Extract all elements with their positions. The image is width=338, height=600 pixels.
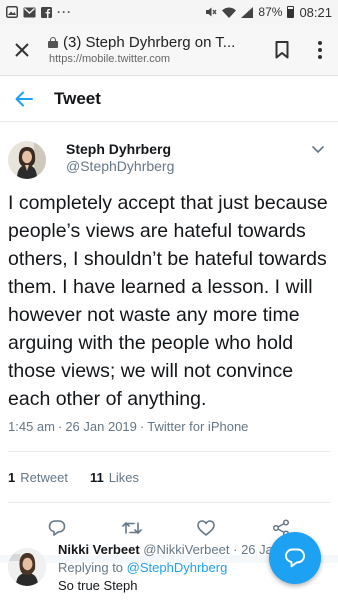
tweet-author: Steph Dyhrberg @StephDyhrberg <box>0 130 338 179</box>
page-url: https://mobile.twitter.com <box>49 53 171 65</box>
close-icon <box>15 42 29 57</box>
clock: 08:21 <box>299 4 332 20</box>
bookmark-icon <box>275 40 289 58</box>
reply-separator: · <box>233 542 238 557</box>
author-handle[interactable]: @StephDyhrberg <box>66 158 308 174</box>
back-arrow-icon <box>15 91 33 107</box>
tweet-metadata: 1:45 am · 26 Jan 2019 · Twitter for iPhone <box>0 419 338 434</box>
browser-menu-button[interactable] <box>302 24 338 76</box>
replying-to-link[interactable]: @StephDyhrberg <box>127 560 228 575</box>
tweet-source[interactable]: Twitter for iPhone <box>147 419 248 434</box>
battery-icon <box>287 6 295 18</box>
image-notification-icon <box>6 6 18 18</box>
status-bar: ··· 87% 08:21 <box>0 0 338 24</box>
author-name[interactable]: Steph Dyhrberg <box>66 141 308 157</box>
retweets-count: 1 <box>8 469 16 485</box>
address-bar[interactable]: (3) Steph Dyhrberg on T... https://mobil… <box>44 34 262 65</box>
notification-icons: ··· <box>6 5 72 19</box>
close-tab-button[interactable] <box>0 24 44 76</box>
tweet-header: Tweet <box>0 77 338 122</box>
more-vert-icon <box>318 40 322 45</box>
facebook-icon <box>41 6 52 18</box>
gmail-icon <box>23 7 36 18</box>
meta-separator: · <box>139 419 145 434</box>
author-avatar[interactable] <box>8 141 46 179</box>
signal-icon <box>241 6 254 18</box>
browser-toolbar: (3) Steph Dyhrberg on T... https://mobil… <box>0 24 338 76</box>
reply-date: 26 Ja <box>241 542 273 557</box>
tweet-date: 26 Jan 2019 <box>65 419 137 434</box>
mute-icon <box>205 6 217 18</box>
system-icons: 87% 08:21 <box>205 5 332 20</box>
retweets-stat[interactable]: 1 Retweet <box>8 470 68 485</box>
reply-author-handle[interactable]: @NikkiVerbeet <box>143 542 229 557</box>
compose-button[interactable] <box>269 532 321 584</box>
more-notifications-icon: ··· <box>57 5 72 19</box>
tweet-options-button[interactable] <box>308 140 328 160</box>
compose-reply-icon <box>285 548 305 568</box>
main-tweet: Steph Dyhrberg @StephDyhrberg I complete… <box>0 130 338 563</box>
meta-separator: · <box>57 419 63 434</box>
likes-count: 11 <box>89 469 104 485</box>
reply-author-name[interactable]: Nikki Verbeet <box>58 542 140 557</box>
reply-author-avatar[interactable] <box>8 548 46 586</box>
tweet-text: I completely accept that just because pe… <box>8 192 328 410</box>
wifi-icon <box>222 7 237 18</box>
replying-to-label: Replying to <box>58 560 124 575</box>
lock-icon <box>48 37 58 48</box>
back-button[interactable] <box>0 77 48 122</box>
tweet-time: 1:45 am <box>8 419 55 434</box>
tweet-stats: 1 Retweet 11 Likes <box>0 452 338 502</box>
likes-label: Likes <box>108 469 140 485</box>
battery-percentage: 87% <box>258 5 283 19</box>
header-title: Tweet <box>54 89 101 108</box>
bookmark-button[interactable] <box>262 24 302 76</box>
chevron-down-icon <box>312 146 324 154</box>
likes-stat[interactable]: 11 Likes <box>90 470 139 485</box>
page-title: (3) Steph Dyhrberg on T... <box>63 34 236 51</box>
retweets-label: Retweet <box>20 469 68 485</box>
